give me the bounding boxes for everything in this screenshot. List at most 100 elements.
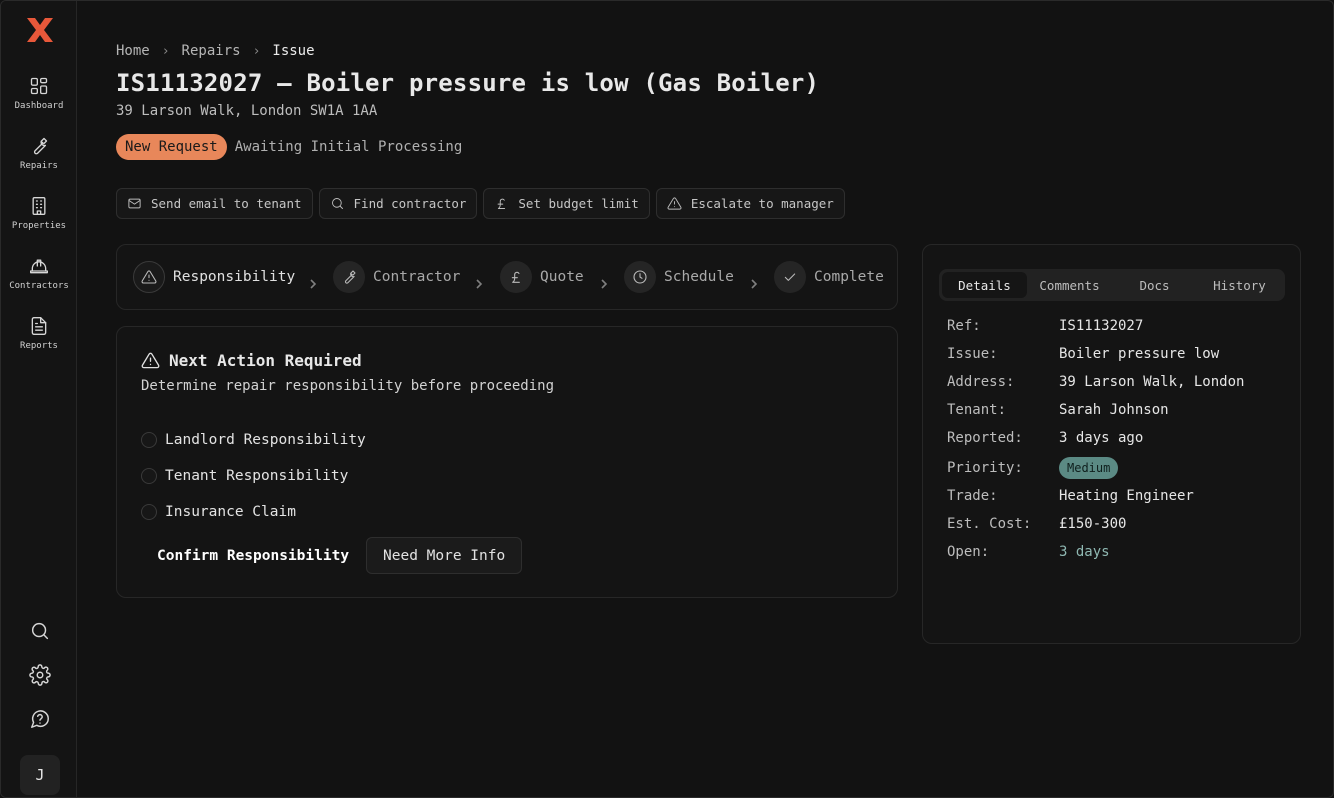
warning-icon (141, 352, 160, 369)
details-tabs: Details Comments Docs History (939, 269, 1285, 301)
option-insurance-radio[interactable] (141, 504, 157, 520)
step-quote[interactable]: Quote (500, 261, 584, 293)
chevron-right-icon (308, 274, 317, 289)
tab-history[interactable]: History (1197, 272, 1282, 298)
brand-logo-icon[interactable] (25, 15, 55, 45)
option-insurance[interactable]: Insurance Claim (141, 504, 296, 520)
document-icon (31, 317, 47, 335)
help-button[interactable] (29, 708, 51, 730)
property-address: 39 Larson Walk, London SW1A 1AA (116, 103, 378, 119)
check-icon (784, 273, 796, 281)
quick-actions: Send email to tenant Find contractor Set… (116, 188, 845, 219)
nav-reports[interactable]: Reports (1, 316, 77, 366)
step-contractor-circle (333, 261, 365, 293)
detail-ref: Ref: IS11132027 (947, 318, 1143, 334)
nav-properties[interactable]: Properties (1, 196, 77, 246)
step-schedule[interactable]: Schedule (624, 261, 734, 293)
send-email-button[interactable]: Send email to tenant (116, 188, 313, 219)
step-quote-label: Quote (540, 269, 584, 285)
status-row: New Request Awaiting Initial Processing (116, 134, 462, 160)
send-email-label: Send email to tenant (151, 196, 302, 211)
details-panel: Details Comments Docs History Ref: IS111… (922, 244, 1301, 644)
building-icon (32, 197, 46, 215)
next-action-header: Next Action Required (141, 351, 362, 370)
option-landlord[interactable]: Landlord Responsibility (141, 432, 366, 448)
breadcrumb: Home › Repairs › Issue (116, 43, 315, 59)
detail-priority-key: Priority: (947, 460, 1023, 476)
step-contractor[interactable]: Contractor (333, 261, 460, 293)
step-schedule-circle (624, 261, 656, 293)
detail-address-key: Address: (947, 374, 1015, 390)
detail-trade-key: Trade: (947, 488, 998, 504)
search-icon (331, 198, 343, 209)
step-responsibility[interactable]: Responsibility (133, 261, 295, 293)
warning-icon (667, 197, 682, 210)
set-budget-label: Set budget limit (518, 196, 639, 211)
option-insurance-label: Insurance Claim (165, 504, 296, 520)
tab-details[interactable]: Details (942, 272, 1027, 298)
tab-comments[interactable]: Comments (1027, 272, 1112, 298)
detail-tenant: Tenant: Sarah Johnson (947, 402, 1169, 418)
detail-priority: Priority: Medium (947, 457, 1119, 479)
nav-properties-label: Properties (11, 221, 67, 231)
avatar[interactable]: J (20, 755, 60, 795)
tab-docs[interactable]: Docs (1112, 272, 1197, 298)
detail-address: Address: 39 Larson Walk, London (947, 374, 1244, 390)
help-icon (31, 710, 49, 728)
hard-hat-icon (30, 259, 48, 274)
page-title: IS11132027 – Boiler pressure is low (Gas… (116, 69, 820, 97)
breadcrumb-issue: Issue (272, 43, 315, 59)
detail-trade: Trade: Heating Engineer (947, 488, 1194, 504)
detail-tenant-key: Tenant: (947, 402, 1007, 418)
detail-reported-value: 3 days ago (1059, 430, 1144, 446)
option-tenant-radio[interactable] (141, 468, 157, 484)
find-contractor-button[interactable]: Find contractor (318, 188, 478, 219)
detail-reported: Reported: 3 days ago (947, 430, 1143, 446)
nav-dashboard-label: Dashboard (14, 101, 64, 111)
breadcrumb-repairs[interactable]: Repairs (182, 43, 241, 59)
nav-contractors[interactable]: Contractors (1, 256, 77, 306)
detail-tenant-value: Sarah Johnson (1059, 402, 1169, 418)
step-complete-circle (774, 261, 806, 293)
escalate-button[interactable]: Escalate to manager (655, 188, 845, 219)
gear-icon (29, 664, 51, 686)
sidebar: Dashboard Repairs Properties Contractors… (1, 1, 77, 797)
warning-icon (141, 270, 157, 284)
detail-cost-key: Est. Cost: (947, 516, 1032, 532)
settings-button[interactable] (29, 664, 51, 686)
wrench-icon (344, 270, 356, 284)
nav-repairs-label: Repairs (20, 161, 58, 171)
pound-icon (511, 271, 520, 283)
wrench-icon (33, 137, 48, 155)
step-complete-label: Complete (814, 269, 884, 285)
set-budget-button[interactable]: Set budget limit (483, 188, 650, 219)
detail-issue: Issue: Boiler pressure low (947, 346, 1219, 362)
chevron-right-icon (749, 274, 758, 289)
option-landlord-label: Landlord Responsibility (165, 432, 366, 448)
chevron-right-icon (474, 274, 483, 289)
detail-address-value: 39 Larson Walk, London (1059, 374, 1245, 390)
chevron-right-icon (599, 274, 608, 289)
option-landlord-radio[interactable] (141, 432, 157, 448)
option-tenant[interactable]: Tenant Responsibility (141, 468, 348, 484)
confirm-responsibility-button[interactable]: Confirm Responsibility (147, 538, 359, 574)
detail-issue-key: Issue: (947, 346, 998, 362)
next-action-title: Next Action Required (169, 351, 362, 370)
nav-contractors-label: Contractors (9, 281, 69, 291)
priority-badge: Medium (1059, 457, 1119, 479)
nav-dashboard[interactable]: Dashboard (1, 76, 77, 126)
search-button[interactable] (29, 620, 51, 642)
next-action-card: Next Action Required Determine repair re… (116, 326, 898, 598)
step-schedule-label: Schedule (664, 269, 734, 285)
grid-icon (30, 77, 48, 95)
detail-open-value: 3 days (1059, 544, 1110, 560)
need-more-info-button[interactable]: Need More Info (366, 537, 523, 574)
detail-ref-key: Ref: (947, 318, 981, 334)
nav-repairs[interactable]: Repairs (1, 136, 77, 186)
pound-icon (498, 198, 506, 209)
breadcrumb-home[interactable]: Home (116, 43, 150, 59)
clock-icon (633, 270, 647, 284)
step-complete[interactable]: Complete (774, 261, 884, 293)
detail-cost-value: £150-300 (1059, 516, 1127, 532)
nav-reports-label: Reports (20, 341, 58, 351)
